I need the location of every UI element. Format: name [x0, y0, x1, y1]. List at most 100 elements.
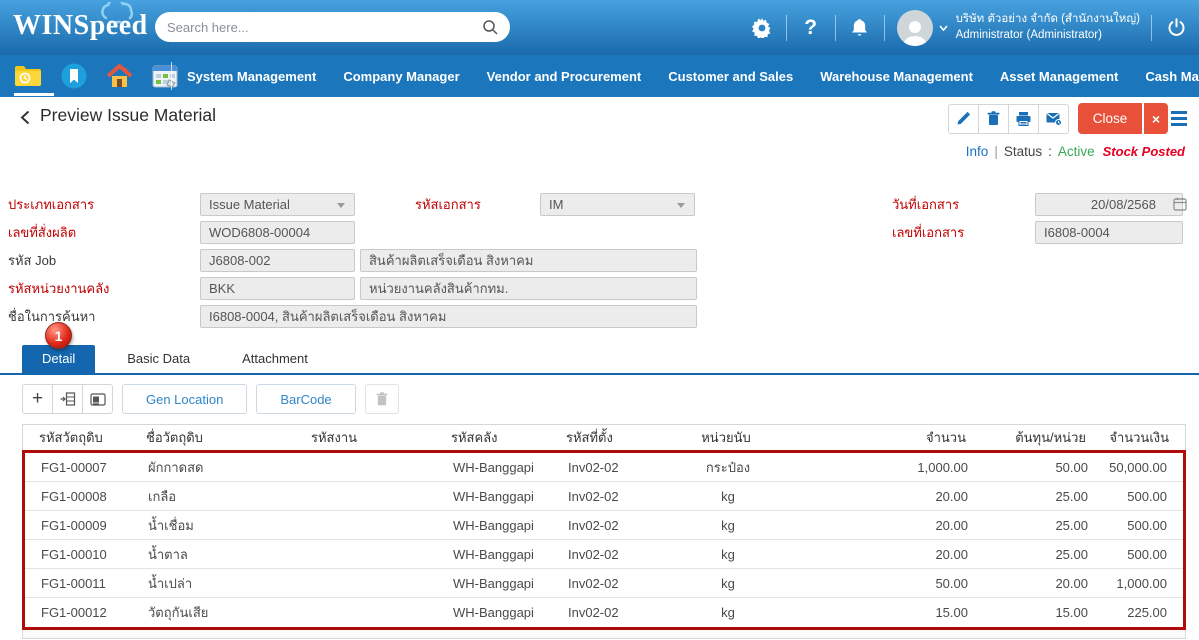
table-cell: 20.00	[803, 489, 968, 504]
nav-item-warehouse-management[interactable]: Warehouse Management	[820, 69, 973, 84]
table-cell: WH-Banggapi	[443, 460, 558, 475]
search-name-field[interactable]: I6808-0004, สินค้าผลิตเสร็จเดือน สิงหาคม	[200, 305, 697, 328]
nav-item-cash-management[interactable]: Cash Management	[1145, 69, 1199, 84]
home-icon[interactable]	[106, 64, 133, 89]
info-link[interactable]: Info	[966, 144, 989, 159]
doc-code-select[interactable]: IM	[540, 193, 695, 216]
search-icon[interactable]	[482, 19, 498, 35]
bookmark-icon[interactable]	[61, 63, 87, 89]
tab-attachment[interactable]: Attachment	[222, 345, 328, 373]
wo-no-field[interactable]: WOD6808-00004	[200, 221, 355, 244]
barcode-button[interactable]: BarCode	[256, 384, 355, 414]
tab-basic-data[interactable]: Basic Data	[107, 345, 210, 373]
warehouse-desc-field[interactable]: หน่วยงานคลังสินค้ากทม.	[360, 277, 697, 300]
table-body-annotated: FG1-00007ผักกาดสดWH-BanggapiInv02-02กระป…	[22, 450, 1186, 630]
doc-type-select[interactable]: Issue Material	[200, 193, 355, 216]
bell-icon	[850, 18, 869, 38]
job-label: รหัส Job	[8, 249, 193, 272]
chevron-down-icon[interactable]	[939, 25, 948, 31]
table-row-5[interactable]: FG1-00011น้ำเปล่าWH-BanggapiInv02-02kg50…	[25, 569, 1183, 598]
nav-item-asset-management[interactable]: Asset Management	[1000, 69, 1118, 84]
duplicate-row-button[interactable]	[82, 384, 113, 414]
table-cell: FG1-00007	[25, 460, 138, 475]
table-cell: kg	[653, 547, 803, 562]
page-title: Preview Issue Material	[40, 105, 216, 126]
table-cell: 50,000.00	[1088, 460, 1183, 475]
delete-button[interactable]	[978, 104, 1009, 134]
insert-row-icon	[60, 392, 76, 406]
warehouse-code-field[interactable]: BKK	[200, 277, 355, 300]
column-header-6: จำนวน	[801, 427, 966, 448]
table-cell: Inv02-02	[558, 489, 653, 504]
divider	[835, 15, 836, 41]
table-cell: Inv02-02	[558, 518, 653, 533]
person-icon	[900, 16, 930, 46]
table-cell: 50.00	[968, 460, 1088, 475]
divider	[884, 15, 885, 41]
menu-handle-icon[interactable]	[1171, 111, 1187, 126]
table-cell: 1,000.00	[1088, 576, 1183, 591]
logout-button[interactable]	[1163, 15, 1189, 41]
avatar[interactable]	[897, 10, 933, 46]
back-chevron-icon[interactable]	[20, 110, 30, 125]
wo-no-label: เลขที่สั่งผลิต	[8, 221, 193, 244]
search-input[interactable]	[167, 20, 482, 35]
x-close-button[interactable]: ×	[1144, 103, 1168, 134]
nav-item-customer-and-sales[interactable]: Customer and Sales	[668, 69, 793, 84]
notifications-button[interactable]	[847, 15, 873, 41]
print-button[interactable]	[1008, 104, 1039, 134]
add-row-button[interactable]: +	[22, 384, 53, 414]
table-cell: 500.00	[1088, 518, 1183, 533]
close-button[interactable]: Close	[1078, 103, 1142, 134]
table-row-2[interactable]: FG1-00008เกลือWH-BanggapiInv02-02kg20.00…	[25, 482, 1183, 511]
trash-icon	[987, 111, 1000, 126]
table-cell: 25.00	[968, 547, 1088, 562]
table-cell: FG1-00008	[25, 489, 138, 504]
nav-item-vendor-and-procurement[interactable]: Vendor and Procurement	[487, 69, 642, 84]
table-cell: 20.00	[803, 547, 968, 562]
mail-clock-icon	[1046, 112, 1062, 126]
folder-clock-icon[interactable]	[14, 64, 42, 88]
table-cell: น้ำเชื่อม	[138, 515, 303, 536]
column-header-1: ชื่อวัตถุดิบ	[136, 427, 301, 448]
nav-item-company-manager[interactable]: Company Manager	[343, 69, 459, 84]
company-name: บริษัท ตัวอย่าง จำกัด (สำนักงานใหญ่)	[956, 12, 1140, 28]
table-cell: 50.00	[803, 576, 968, 591]
settings-button[interactable]	[749, 15, 775, 41]
table-row-4[interactable]: FG1-00010น้ำตาลWH-BanggapiInv02-02kg20.0…	[25, 540, 1183, 569]
tab-detail[interactable]: Detail	[22, 345, 95, 373]
table-row-3[interactable]: FG1-00009น้ำเชื่อมWH-BanggapiInv02-02kg2…	[25, 511, 1183, 540]
doc-no-label: เลขที่เอกสาร	[892, 221, 1027, 244]
job-desc-field[interactable]: สินค้าผลิตเสร็จเดือน สิงหาคม	[360, 249, 697, 272]
table-row-6[interactable]: FG1-00012วัตถุกันเสียWH-BanggapiInv02-02…	[25, 598, 1183, 627]
tab-underline	[0, 373, 1199, 375]
insert-row-button[interactable]	[52, 384, 83, 414]
calendar-icon[interactable]	[152, 64, 178, 88]
table-cell: WH-Banggapi	[443, 518, 558, 533]
delete-row-button[interactable]	[365, 384, 399, 414]
user-menu[interactable]	[896, 9, 934, 47]
table-row-1[interactable]: FG1-00007ผักกาดสดWH-BanggapiInv02-02กระป…	[25, 453, 1183, 482]
table-cell: 500.00	[1088, 547, 1183, 562]
calendar-small-icon[interactable]	[1173, 197, 1187, 211]
gen-location-button[interactable]: Gen Location	[122, 384, 247, 414]
nav-item-system-management[interactable]: System Management	[187, 69, 316, 84]
document-form: ประเภทเอกสาร Issue Material รหัสเอกสาร I…	[0, 189, 1199, 339]
doc-code-label: รหัสเอกสาร	[415, 193, 535, 216]
table-cell: น้ำตาล	[138, 544, 303, 565]
job-code-field[interactable]: J6808-002	[200, 249, 355, 272]
stock-posted-badge: Stock Posted	[1103, 144, 1185, 159]
table-cell: WH-Banggapi	[443, 605, 558, 620]
warehouse-unit-label: รหัสหน่วยงานคลัง	[8, 277, 193, 300]
send-mail-button[interactable]	[1038, 104, 1069, 134]
pencil-icon	[956, 111, 971, 126]
doc-date-field[interactable]: 20/08/2568	[1035, 193, 1183, 216]
duplicate-row-icon	[90, 393, 106, 406]
table-cell: Inv02-02	[558, 605, 653, 620]
help-button[interactable]: ?	[798, 15, 824, 41]
global-search[interactable]	[155, 12, 510, 42]
table-cell: กระป๋อง	[653, 457, 803, 478]
edit-button[interactable]	[948, 104, 979, 134]
doc-no-field[interactable]: I6808-0004	[1035, 221, 1183, 244]
app-logo: WINSpeed	[13, 10, 148, 42]
